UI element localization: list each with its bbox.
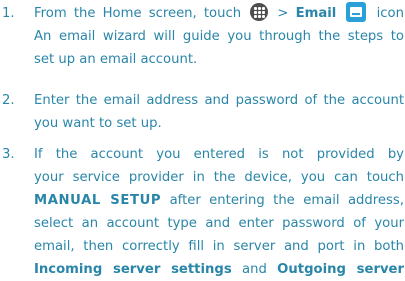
step-3-line-3: MANUAL SETUP after entering the email ad…	[34, 193, 404, 208]
step-text: From the Home screen, touch > Email icon…	[34, 2, 404, 71]
step-number: 3.	[2, 147, 15, 162]
step-3-line-5: email, then correctly fill in server and…	[34, 239, 404, 254]
email-app-label: Email	[295, 6, 337, 21]
manual-setup-label: MANUAL SETUP	[34, 193, 162, 208]
step-3-line-6: Incoming server settings and Outgoing se…	[34, 262, 404, 277]
apps-icon	[250, 3, 269, 21]
outgoing-server-label: Outgoing server	[277, 262, 404, 277]
step-text: If the account you entered is not provid…	[34, 143, 404, 281]
step-1-line-1: From the Home screen, touch > Email icon	[34, 2, 404, 25]
email-icon	[346, 2, 367, 22]
step-number: 1.	[2, 6, 15, 21]
step-2-line-1: Enter the email address and password of …	[34, 93, 404, 108]
step-3-line-4: select an account type and enter passwor…	[34, 216, 404, 231]
step-1-line-2: An email wizard will guide you through t…	[34, 29, 404, 44]
step-2-line-2: you want to set up.	[34, 116, 162, 131]
incoming-server-settings-label: Incoming server settings	[34, 262, 232, 277]
step-text: Enter the email address and password of …	[34, 89, 404, 135]
instructions-page: 1. From the Home screen, touch > Email i…	[0, 0, 405, 279]
step-3-line-1: If the account you entered is not provid…	[34, 147, 404, 162]
step-3-line-2: your service provider in the device, you…	[34, 170, 404, 185]
step-1-line-3: set up an email account.	[34, 52, 198, 67]
step-number: 2.	[2, 93, 15, 108]
